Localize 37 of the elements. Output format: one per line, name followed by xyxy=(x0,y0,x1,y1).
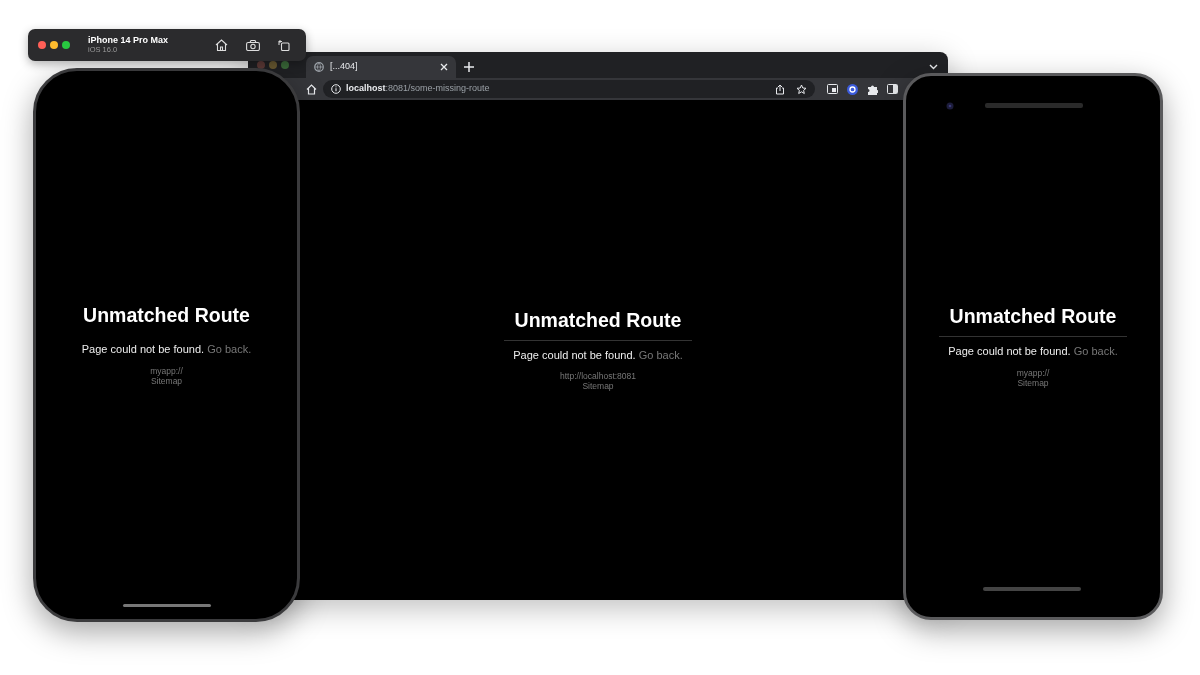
error-message: Page could not be found. Go back. xyxy=(948,344,1118,360)
go-back-link[interactable]: Go back. xyxy=(638,348,683,361)
info-icon xyxy=(331,84,341,94)
close-icon[interactable] xyxy=(440,63,448,71)
window-icon[interactable] xyxy=(827,84,838,94)
camera-icon[interactable] xyxy=(246,39,260,51)
extension-icon[interactable] xyxy=(847,83,858,95)
new-tab-icon[interactable] xyxy=(464,62,474,72)
rotate-icon[interactable] xyxy=(278,39,290,51)
window-controls-icon[interactable] xyxy=(38,41,70,49)
device-name: iPhone 14 Pro Max xyxy=(88,35,169,45)
address-bar[interactable]: localhost:8081/some-missing-route xyxy=(323,80,815,98)
app-url: http://localhost:8081 xyxy=(559,371,637,382)
page-title: Unmatched Route xyxy=(514,308,682,332)
go-back-link[interactable]: Go back. xyxy=(1073,345,1118,358)
camera-lens-icon xyxy=(946,102,954,110)
share-icon[interactable] xyxy=(775,83,785,95)
star-icon[interactable] xyxy=(796,83,807,95)
url-text: localhost:8081/some-missing-route xyxy=(346,82,491,96)
puzzle-icon[interactable] xyxy=(867,83,878,95)
chevron-down-icon[interactable] xyxy=(929,64,938,70)
go-back-link[interactable]: Go back. xyxy=(207,343,252,356)
home-icon[interactable] xyxy=(215,39,228,51)
side-panel-icon[interactable] xyxy=(887,84,898,94)
page-title: Unmatched Route xyxy=(83,304,250,328)
app-url: myapp:// xyxy=(1016,367,1050,378)
globe-icon xyxy=(314,62,324,72)
home-icon[interactable] xyxy=(306,83,317,95)
sitemap-link[interactable]: Sitemap xyxy=(1017,377,1049,388)
browser-tab[interactable]: [...404] xyxy=(306,56,456,78)
app-url: myapp:// xyxy=(150,365,183,376)
page-title: Unmatched Route xyxy=(949,305,1117,329)
sitemap-link[interactable]: Sitemap xyxy=(582,381,614,392)
error-message: Page could not be found. Go back. xyxy=(513,347,683,363)
tab-title: [...404] xyxy=(330,60,359,74)
sitemap-link[interactable]: Sitemap xyxy=(150,375,183,386)
error-message: Page could not be found. Go back. xyxy=(81,342,252,358)
